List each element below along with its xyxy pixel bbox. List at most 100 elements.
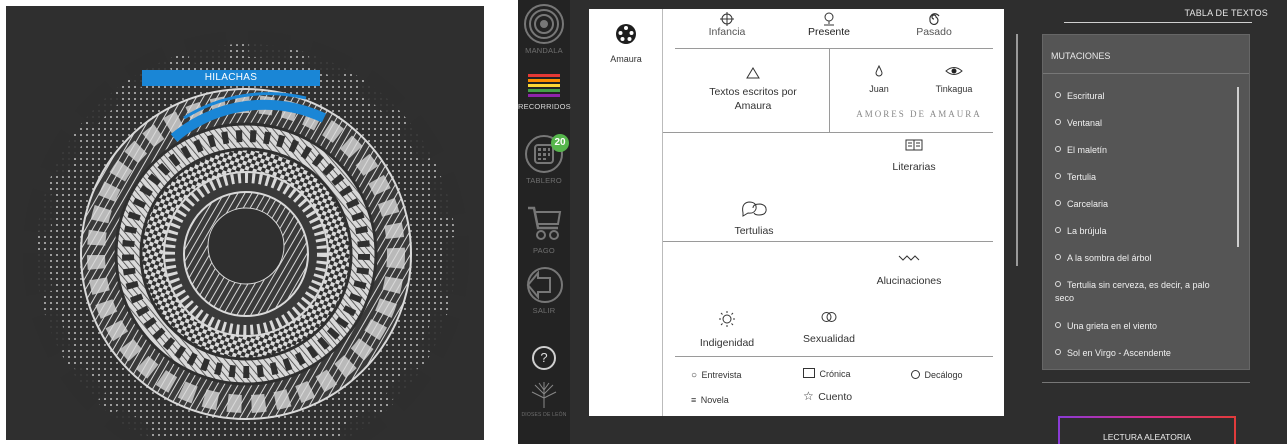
tab-pasado-label: Pasado <box>916 26 952 38</box>
tab-presente[interactable]: Presente <box>789 12 869 38</box>
rainbow-lines-icon <box>528 74 560 97</box>
list-item-label: Ventanal <box>1067 118 1103 128</box>
right-divider <box>1042 382 1250 383</box>
logo: DIOSES DE LEÓN <box>518 380 570 418</box>
section-divider-2 <box>663 241 993 242</box>
bullet-icon <box>1055 119 1061 125</box>
tabla-de-textos-header: TABLA DE TEXTOS <box>1184 8 1268 18</box>
section-divider-1 <box>663 132 993 133</box>
list-item-label: Carcelaria <box>1067 199 1109 209</box>
alucinaciones-cell[interactable]: Alucinaciones <box>849 253 969 289</box>
mutaciones-divider <box>1043 73 1249 74</box>
mandala-icon <box>524 4 564 44</box>
interlocked-rings-icon <box>821 312 837 322</box>
tinkagua-label: Tinkagua <box>935 84 973 94</box>
tab-pasado[interactable]: Pasado <box>894 12 974 38</box>
sexualidad-label: Sexualidad <box>803 333 855 345</box>
sidebar-label-salir: SALIR <box>532 306 556 315</box>
list-item[interactable]: La brújula <box>1055 225 1225 238</box>
cronica-label: Crónica <box>819 369 851 379</box>
textos-escritos-cell[interactable]: Textos escritos por Amaura <box>693 67 813 113</box>
list-item-label: Una grieta en el viento <box>1067 321 1158 331</box>
amores-de-amaura-label[interactable]: AMORES DE AMAURA <box>839 109 999 119</box>
spiral-icon <box>929 13 940 26</box>
textos-escritos-label: Textos escritos por Amaura <box>709 86 797 112</box>
genre-decalogo[interactable]: Decálogo <box>911 365 962 383</box>
mandala-panel: HILACHAS <box>6 6 484 440</box>
literarias-cell[interactable]: Literarias <box>869 139 959 175</box>
tree-logo-icon <box>531 382 557 408</box>
sidebar-item-salir[interactable]: SALIR <box>518 266 570 315</box>
tab-infancia[interactable]: Infancia <box>687 12 767 38</box>
circle-icon <box>911 370 920 379</box>
mutaciones-scrollbar[interactable] <box>1237 87 1239 247</box>
list-item[interactable]: Ventanal <box>1055 117 1225 130</box>
lines-icon: ≡ <box>691 395 697 405</box>
tab-presente-label: Presente <box>807 26 851 38</box>
list-item[interactable]: Sol en Virgo - Ascendente <box>1055 347 1225 360</box>
bullet-icon <box>1055 322 1061 328</box>
tab-infancia-label: Infancia <box>708 26 746 38</box>
list-item-label: Tertulia <box>1067 172 1097 182</box>
genre-novela[interactable]: ≡ Novela <box>691 390 729 408</box>
header-underline <box>1064 22 1252 23</box>
list-item[interactable]: Tertulia sin cerveza, es decir, a palo s… <box>1055 279 1225 305</box>
list-item[interactable]: A la sombra del árbol <box>1055 252 1225 265</box>
pin-icon <box>824 12 834 26</box>
lectura-aleatoria-button[interactable]: LECTURA ALEATORIA <box>1058 416 1236 444</box>
screenshot-stage: HILACHAS MANDALA RECORRIDOS 20 TABLERO P… <box>0 0 1287 444</box>
genre-cuento[interactable]: ☆ Cuento <box>803 387 852 405</box>
sexualidad-cell[interactable]: Sexualidad <box>789 311 869 347</box>
sidebar: MANDALA RECORRIDOS 20 TABLERO PAGO SALIR… <box>518 0 571 444</box>
genre-cronica[interactable]: Crónica <box>803 364 850 382</box>
list-item[interactable]: Escritural <box>1055 90 1225 103</box>
list-item[interactable]: Carcelaria <box>1055 198 1225 211</box>
mutaciones-panel: MUTACIONES Escritural Ventanal El maletí… <box>1042 34 1250 370</box>
decalogo-label: Decálogo <box>924 370 963 380</box>
tablero-count-badge: 20 <box>551 134 569 152</box>
list-item[interactable]: Una grieta en el viento <box>1055 320 1225 333</box>
app-window: MANDALA RECORRIDOS 20 TABLERO PAGO SALIR… <box>518 0 1287 444</box>
bullet-icon <box>1055 200 1061 206</box>
content-scrollbar[interactable] <box>1016 34 1018 266</box>
cart-icon <box>528 206 562 240</box>
indigenidad-cell[interactable]: Indigenidad <box>687 311 767 351</box>
sidebar-item-pago[interactable]: PAGO <box>518 202 570 255</box>
star-icon: ☆ <box>803 389 814 403</box>
juan-label: Juan <box>869 84 889 94</box>
chat-bubbles-icon <box>742 201 767 217</box>
cell-divider-vertical <box>829 49 830 132</box>
triangle-icon <box>746 67 760 79</box>
bullet-icon <box>1055 349 1061 355</box>
cuento-label: Cuento <box>818 391 853 403</box>
book-icon <box>905 139 923 151</box>
sidebar-label-mandala: MANDALA <box>525 46 563 55</box>
zigzag-icon <box>898 255 920 261</box>
sidebar-item-mandala[interactable]: MANDALA <box>518 4 570 55</box>
tertulias-cell[interactable]: Tertulias <box>719 199 789 239</box>
entrevista-label: Entrevista <box>701 370 742 380</box>
sidebar-item-tablero[interactable]: 20 TABLERO <box>518 134 570 185</box>
character-name: Amaura <box>610 54 642 64</box>
sidebar-label-recorridos: RECORRIDOS <box>518 102 571 111</box>
bullet-icon <box>1055 92 1061 98</box>
list-item[interactable]: Tertulia <box>1055 171 1225 184</box>
list-item-label: El maletín <box>1067 145 1108 155</box>
list-item[interactable]: El maletín <box>1055 144 1225 157</box>
tertulias-label: Tertulias <box>734 225 774 237</box>
help-button[interactable]: ? <box>518 346 570 370</box>
genre-entrevista[interactable]: ○ Entrevista <box>691 365 742 383</box>
list-item-label: Escritural <box>1067 91 1105 101</box>
alucinaciones-label: Alucinaciones <box>876 275 942 287</box>
juan-link[interactable]: Juan <box>859 65 899 97</box>
sidebar-item-recorridos[interactable]: RECORRIDOS <box>518 72 571 111</box>
character-icon[interactable] <box>615 23 637 45</box>
crosshair-icon <box>720 12 734 26</box>
tinkagua-link[interactable]: Tinkagua <box>929 65 979 97</box>
drop-icon <box>875 65 883 77</box>
hilachas-banner[interactable]: HILACHAS <box>142 70 320 86</box>
literarias-label: Literarias <box>892 161 936 173</box>
novela-label: Novela <box>700 395 729 405</box>
sun-icon <box>719 311 735 327</box>
content-card: Amaura Infancia Presente Pasado Textos e… <box>589 9 1004 416</box>
